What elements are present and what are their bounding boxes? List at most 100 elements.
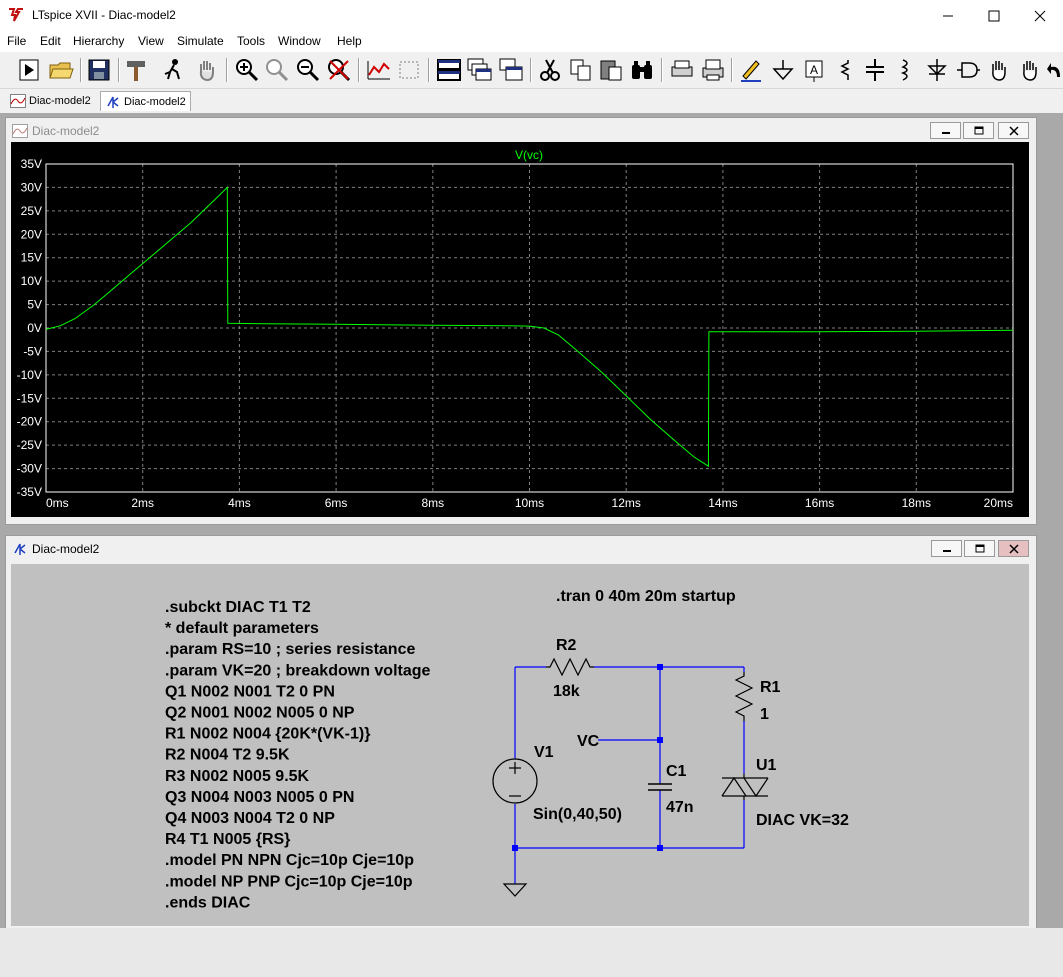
tile-horizontal-icon[interactable]	[436, 57, 462, 83]
r1-value-label[interactable]: 1	[760, 706, 769, 723]
y-tick-label: 35V	[21, 157, 42, 171]
cascade-windows-icon[interactable]	[466, 57, 492, 83]
schematic-drawing[interactable]: .subckt DIAC T1 T2 * default parameters .p…	[11, 564, 1029, 926]
netlist-line[interactable]: .param RS=10 ; series resistance	[165, 641, 415, 658]
capacitor-c1-symbol[interactable]	[648, 783, 672, 791]
halt-hand-icon[interactable]	[194, 57, 220, 83]
draw-wire-pencil-icon[interactable]	[738, 57, 764, 83]
subckt-netlist-text[interactable]: .subckt DIAC T1 T2 * default parameters .p…	[165, 599, 431, 911]
toolbar: A	[0, 52, 1063, 89]
net-label-icon[interactable]: A	[801, 57, 827, 83]
drag-hand-icon[interactable]	[1017, 57, 1043, 83]
v1-name-label[interactable]: V1	[534, 744, 554, 761]
menu-simulate[interactable]: Simulate	[177, 34, 224, 48]
waveform-plot-pane[interactable]: V(vc) 0ms 2ms 4ms 6ms 8ms 10ms 12ms 14ms 16ms 18m…	[11, 142, 1029, 517]
netlist-line[interactable]: Q3 N004 N003 N005 0 PN	[165, 789, 354, 806]
resistor-symbol-icon[interactable]	[832, 57, 858, 83]
schematic-close-button[interactable]	[998, 540, 1029, 557]
netlist-line[interactable]: * default parameters	[165, 620, 319, 637]
netlist-line[interactable]: .param VK=20 ; breakdown voltage	[165, 662, 431, 679]
menu-edit[interactable]: Edit	[40, 34, 61, 48]
netlist-line[interactable]: .model PN NPN Cjc=10p Cje=10p	[165, 852, 414, 869]
minimize-button[interactable]	[925, 0, 971, 31]
run-simulation-icon[interactable]	[160, 57, 186, 83]
component-symbol-icon[interactable]	[955, 57, 981, 83]
diac-u1-symbol[interactable]	[721, 774, 769, 800]
status-area	[0, 928, 1063, 977]
close-all-windows-icon[interactable]	[498, 57, 524, 83]
y-tick-label: -15V	[17, 391, 42, 405]
menu-tools[interactable]: Tools	[237, 34, 265, 48]
zoom-pan-icon[interactable]	[264, 57, 290, 83]
v1-value-label[interactable]: Sin(0,40,50)	[533, 806, 622, 823]
zoom-cancel-icon[interactable]	[326, 57, 352, 83]
toolbar-separator	[661, 58, 663, 82]
ground-symbol-icon[interactable]	[770, 57, 796, 83]
plot-minimize-button[interactable]	[930, 122, 961, 139]
voltage-source-v1-symbol[interactable]	[492, 758, 538, 804]
u1-value-label[interactable]: DIAC VK=32	[756, 812, 849, 829]
ground-symbol[interactable]	[502, 883, 528, 897]
undo-icon[interactable]	[1046, 57, 1063, 83]
netlist-line[interactable]: .model NP PNP Cjc=10p Cje=10p	[165, 873, 413, 890]
control-panel-hammer-icon[interactable]	[124, 57, 150, 83]
close-button[interactable]	[1017, 0, 1063, 31]
zoom-out-icon[interactable]	[295, 57, 321, 83]
diode-symbol-icon[interactable]	[924, 57, 950, 83]
menu-window[interactable]: Window	[278, 34, 321, 48]
waveform-window-titlebar: Diac-model2	[6, 118, 1036, 144]
inductor-symbol-icon[interactable]	[893, 57, 919, 83]
menu-view[interactable]: View	[138, 34, 164, 48]
open-folder-icon[interactable]	[48, 57, 74, 83]
paste-icon[interactable]	[598, 57, 624, 83]
c1-name-label[interactable]: C1	[666, 763, 687, 780]
netlist-line[interactable]: R1 N002 N004 {20K*(VK-1)}	[165, 726, 370, 743]
resistor-r2-symbol[interactable]	[546, 657, 594, 677]
plot-restore-button[interactable]	[963, 122, 994, 139]
menu-hierarchy[interactable]: Hierarchy	[73, 34, 124, 48]
u1-name-label[interactable]: U1	[756, 757, 777, 774]
save-icon[interactable]	[86, 57, 112, 83]
close-icon	[1034, 10, 1046, 21]
c1-value-label[interactable]: 47n	[666, 799, 694, 816]
grid-toggle-icon[interactable]	[396, 57, 422, 83]
print-icon[interactable]	[700, 57, 726, 83]
maximize-button[interactable]	[971, 0, 1017, 31]
zoom-in-icon[interactable]	[234, 57, 260, 83]
netlist-line[interactable]: Q2 N001 N002 N005 0 NP	[165, 705, 355, 722]
tran-directive[interactable]: .tran 0 40m 20m startup	[556, 588, 736, 605]
wires[interactable]	[514, 666, 745, 884]
new-schematic-icon[interactable]	[16, 57, 42, 83]
waveform-window-title: Diac-model2	[32, 124, 100, 138]
menu-help[interactable]: Help	[337, 34, 362, 48]
schematic-canvas[interactable]: .subckt DIAC T1 T2 * default parameters .p…	[11, 564, 1029, 926]
vc-net-label[interactable]: VC	[577, 733, 600, 750]
plot-close-button[interactable]	[998, 122, 1029, 139]
find-binoculars-icon[interactable]	[629, 57, 655, 83]
copy-icon[interactable]	[568, 57, 594, 83]
r1-name-label[interactable]: R1	[760, 679, 781, 696]
x-tick-label: 8ms	[421, 496, 444, 510]
resistor-r1-symbol[interactable]	[734, 672, 754, 721]
r2-value-label[interactable]: 18k	[553, 683, 580, 700]
netlist-line[interactable]: R2 N004 T2 9.5K	[165, 747, 290, 764]
tab-schematic-diac-model2[interactable]: Diac-model2	[100, 91, 191, 111]
schematic-minimize-button[interactable]	[931, 540, 962, 557]
y-tick-label: 10V	[21, 274, 42, 288]
move-hand-icon[interactable]	[986, 57, 1012, 83]
voltage-chart[interactable]: V(vc) 0ms 2ms 4ms 6ms 8ms 10ms 12ms 14ms 16ms 18m…	[11, 142, 1029, 517]
autorange-icon[interactable]	[366, 57, 392, 83]
netlist-line[interactable]: Q1 N002 N001 T2 0 PN	[165, 683, 335, 700]
cut-scissors-icon[interactable]	[537, 57, 563, 83]
schematic-restore-button[interactable]	[964, 540, 995, 557]
netlist-line[interactable]: Q4 N003 N004 T2 0 NP	[165, 810, 335, 827]
netlist-line[interactable]: .subckt DIAC T1 T2	[165, 599, 311, 616]
netlist-line[interactable]: .ends DIAC	[165, 894, 251, 911]
menu-file[interactable]: File	[7, 34, 26, 48]
netlist-line[interactable]: R3 N002 N005 9.5K	[165, 768, 310, 785]
print-setup-icon[interactable]	[669, 57, 695, 83]
r2-name-label[interactable]: R2	[556, 637, 577, 654]
capacitor-symbol-icon[interactable]	[862, 57, 888, 83]
netlist-line[interactable]: R4 T1 N005 {RS}	[165, 831, 290, 848]
tab-waveform-diac-model2[interactable]: Diac-model2	[6, 91, 96, 111]
